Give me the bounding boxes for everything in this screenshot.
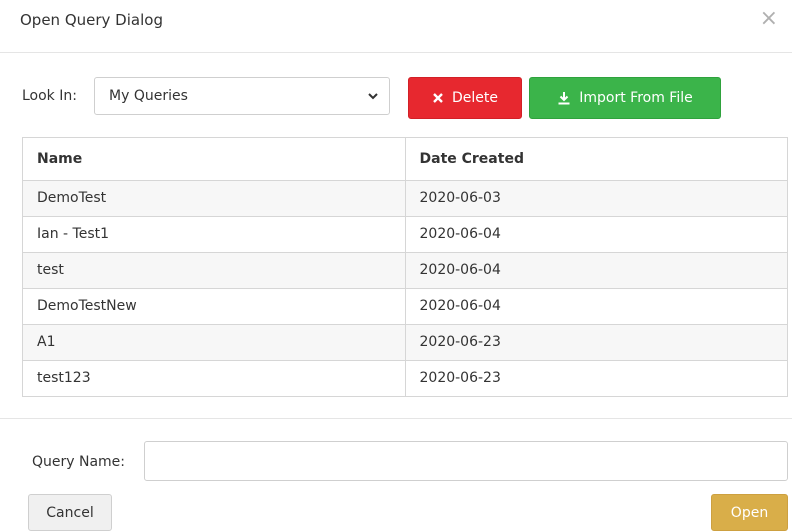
- chevron-down-icon: [368, 93, 378, 100]
- table-row[interactable]: DemoTest 2020-06-03: [23, 180, 787, 217]
- cell-date: 2020-06-04: [405, 216, 787, 253]
- query-name-label: Query Name:: [32, 454, 126, 470]
- delete-button[interactable]: Delete: [408, 77, 522, 119]
- table-row[interactable]: Ian - Test1 2020-06-04: [23, 216, 787, 253]
- cell-date: 2020-06-03: [405, 180, 787, 217]
- cancel-button[interactable]: Cancel: [28, 494, 112, 531]
- import-from-file-button[interactable]: Import From File: [529, 77, 721, 119]
- import-label: Import From File: [579, 90, 693, 106]
- x-icon: [433, 93, 443, 103]
- cell-date: 2020-06-23: [405, 324, 787, 361]
- dialog-title: Open Query Dialog: [20, 11, 163, 29]
- column-header-name[interactable]: Name: [23, 138, 406, 181]
- table-row[interactable]: test123 2020-06-23: [23, 360, 787, 396]
- table-row[interactable]: A1 2020-06-23: [23, 324, 787, 361]
- cell-name: DemoTestNew: [23, 288, 406, 325]
- queries-table: Name Date Created DemoTest 2020-06-03 Ia…: [22, 137, 788, 397]
- open-query-dialog: Open Query Dialog × Look In: My Queries …: [0, 0, 792, 531]
- cell-name: DemoTest: [23, 180, 406, 217]
- footer-divider: [0, 418, 792, 419]
- look-in-value: My Queries: [109, 88, 188, 104]
- delete-label: Delete: [452, 90, 498, 106]
- dialog-header: Open Query Dialog ×: [0, 0, 792, 53]
- download-icon: [558, 92, 570, 105]
- open-button[interactable]: Open: [711, 494, 788, 531]
- table-row[interactable]: test 2020-06-04: [23, 252, 787, 289]
- cell-date: 2020-06-04: [405, 252, 787, 289]
- cell-date: 2020-06-04: [405, 288, 787, 325]
- look-in-label: Look In:: [22, 88, 77, 104]
- close-icon[interactable]: ×: [760, 8, 778, 30]
- column-header-date-created[interactable]: Date Created: [405, 138, 787, 181]
- look-in-select[interactable]: My Queries: [94, 77, 390, 115]
- cell-name: Ian - Test1: [23, 216, 406, 253]
- query-name-input[interactable]: [144, 441, 788, 481]
- table-header-row: Name Date Created: [23, 138, 787, 181]
- cell-name: test123: [23, 360, 406, 396]
- cell-name: A1: [23, 324, 406, 361]
- cell-name: test: [23, 252, 406, 289]
- cell-date: 2020-06-23: [405, 360, 787, 396]
- table-row[interactable]: DemoTestNew 2020-06-04: [23, 288, 787, 325]
